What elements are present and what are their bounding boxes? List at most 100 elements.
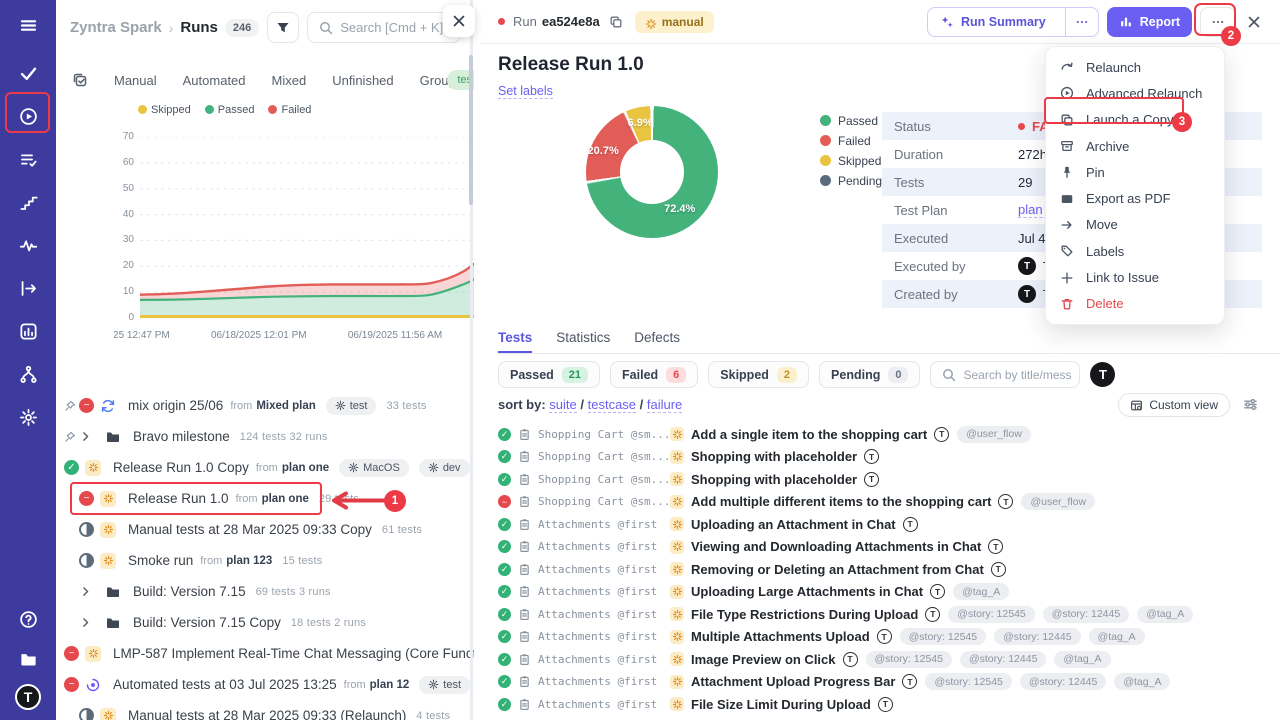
filter-chip-failed[interactable]: Failed6	[610, 361, 698, 388]
run-list-item[interactable]: Build: Version 7.15 Copy18 tests 2 runs	[56, 607, 474, 638]
sort-option-testcase[interactable]: testcase	[588, 397, 636, 413]
run-summary-button[interactable]: Run Summary	[927, 7, 1099, 37]
breadcrumb-section[interactable]: Runs	[180, 19, 218, 36]
test-title[interactable]: Shopping with placeholder	[691, 449, 857, 464]
menu-item-link-to-issue[interactable]: Link to Issue	[1046, 264, 1224, 290]
menu-item-labels[interactable]: Labels	[1046, 238, 1224, 264]
test-row[interactable]: ✓Attachments @firstFile Type Restriction…	[498, 603, 1280, 626]
run-list-item[interactable]: Manual tests at 28 Mar 2025 09:33 Copy61…	[56, 514, 474, 545]
run-plan-name[interactable]: plan 123	[226, 555, 272, 567]
filter-chip-pending[interactable]: Pending0	[819, 361, 920, 388]
test-title[interactable]: Image Preview on Click	[691, 652, 836, 667]
run-list-item[interactable]: −Automated tests at 03 Jul 2025 13:25fro…	[56, 669, 474, 700]
run-plan-name[interactable]: plan 12	[370, 679, 410, 691]
sidebar-item-folder[interactable]	[0, 644, 56, 674]
hamburger-menu-icon[interactable]	[0, 10, 56, 40]
test-row[interactable]: ✓Shopping Cart @sm...Add a single item t…	[498, 423, 1280, 446]
runs-tab-unfinished[interactable]: Unfinished	[332, 73, 393, 88]
set-labels-link[interactable]: Set labels	[498, 84, 553, 99]
menu-item-archive[interactable]: Archive	[1046, 133, 1224, 159]
run-list-item[interactable]: Bravo milestone124 tests 32 runs	[56, 421, 474, 452]
sidebar-item-tests[interactable]	[0, 144, 56, 174]
copy-run-id-button[interactable]	[609, 15, 623, 29]
run-summary-more-button[interactable]	[1065, 8, 1098, 36]
menu-item-launch-a-copy[interactable]: Launch a Copy	[1046, 107, 1224, 133]
user-avatar[interactable]: T	[15, 684, 41, 710]
tab-tests[interactable]: Tests	[498, 330, 532, 353]
test-row[interactable]: ✓Attachments @firstImage Preview on Clic…	[498, 648, 1280, 671]
custom-view-button[interactable]: Custom view	[1118, 393, 1230, 417]
sidebar-item-branches[interactable]	[0, 359, 56, 389]
test-title[interactable]: Removing or Deleting an Attachment from …	[691, 562, 984, 577]
sidebar-item-settings[interactable]	[0, 402, 56, 432]
run-plan-name[interactable]: Mixed plan	[256, 400, 315, 412]
run-list-item[interactable]: Manual tests at 28 Mar 2025 09:33 (Relau…	[56, 700, 474, 720]
close-run-button[interactable]	[1244, 12, 1264, 32]
run-list-item[interactable]: ✓Release Run 1.0 Copyfromplan oneMacOSde…	[56, 452, 474, 483]
expand-chevron-icon[interactable]	[79, 430, 99, 443]
test-row[interactable]: ✓Attachments @firstUploading an Attachme…	[498, 513, 1280, 536]
test-title[interactable]: Attachment Upload Progress Bar	[691, 674, 895, 689]
panel-close-button[interactable]	[443, 5, 475, 37]
test-row[interactable]: ✓Attachments @firstViewing and Downloadi…	[498, 536, 1280, 559]
test-title[interactable]: Shopping with placeholder	[691, 472, 857, 487]
test-row[interactable]: ✓Attachments @firstUploading Large Attac…	[498, 581, 1280, 604]
run-list-item[interactable]: −LMP-587 Implement Real-Time Chat Messag…	[56, 638, 474, 669]
sidebar-item-help[interactable]	[0, 604, 56, 634]
test-row[interactable]: ✓Shopping Cart @sm...Shopping with place…	[498, 446, 1280, 469]
test-title[interactable]: File Type Restrictions During Upload	[691, 607, 918, 622]
run-list-item[interactable]: −mix origin 25/06fromMixed plantest33 te…	[56, 390, 474, 421]
test-row[interactable]: ✓Attachments @firstMultiple Attachments …	[498, 626, 1280, 649]
test-title[interactable]: Multiple Attachments Upload	[691, 629, 870, 644]
menu-item-relaunch[interactable]: Relaunch	[1046, 54, 1224, 80]
report-button[interactable]: Report	[1107, 7, 1192, 37]
runs-tab-automated[interactable]: Automated	[183, 73, 246, 88]
run-list-item[interactable]: Build: Version 7.1569 tests 3 runs	[56, 576, 474, 607]
view-settings-icon[interactable]	[1243, 397, 1258, 417]
tab-statistics[interactable]: Statistics	[556, 330, 610, 353]
test-title[interactable]: Add multiple different items to the shop…	[691, 494, 991, 509]
run-plan-name[interactable]: plan one	[262, 493, 309, 505]
test-row[interactable]: ✓Attachments @firstRemoving or Deleting …	[498, 558, 1280, 581]
filter-chip-skipped[interactable]: Skipped2	[708, 361, 809, 388]
sidebar-item-results[interactable]	[0, 58, 56, 88]
test-title[interactable]: Viewing and Downloading Attachments in C…	[691, 539, 981, 554]
menu-item-advanced-relaunch[interactable]: Advanced Relaunch	[1046, 80, 1224, 106]
assignee-filter-avatar[interactable]: T	[1090, 362, 1115, 387]
menu-item-move[interactable]: Move	[1046, 212, 1224, 238]
test-title[interactable]: Uploading Large Attachments in Chat	[691, 584, 923, 599]
sort-option-suite[interactable]: suite	[549, 397, 576, 413]
runs-tab-manual[interactable]: Manual	[114, 73, 157, 88]
expand-chevron-icon[interactable]	[79, 585, 99, 598]
sidebar-item-pulse[interactable]	[0, 230, 56, 260]
tests-search[interactable]	[930, 361, 1080, 388]
test-row[interactable]: ✓Shopping Cart @sm...Shopping with place…	[498, 468, 1280, 491]
run-plan-name[interactable]: plan one	[282, 462, 329, 474]
runs-search[interactable]	[307, 12, 461, 43]
test-title[interactable]: File Size Limit During Upload	[691, 697, 871, 712]
scrollbar-thumb[interactable]	[469, 55, 473, 205]
menu-item-pin[interactable]: Pin	[1046, 159, 1224, 185]
expand-chevron-icon[interactable]	[79, 616, 99, 629]
sort-option-failure[interactable]: failure	[647, 397, 682, 413]
menu-item-delete[interactable]: Delete	[1046, 291, 1224, 317]
run-list-item[interactable]: Smoke runfromplan 12315 tests	[56, 545, 474, 576]
run-list-item[interactable]: −Release Run 1.0fromplan one29 tests	[56, 483, 474, 514]
test-row[interactable]: −Shopping Cart @sm...Add multiple differ…	[498, 491, 1280, 514]
test-title[interactable]: Add a single item to the shopping cart	[691, 427, 927, 442]
filter-chip-passed[interactable]: Passed21	[498, 361, 600, 388]
sidebar-item-plans[interactable]	[0, 187, 56, 217]
menu-item-export-as-pdf[interactable]: PDFExport as PDF	[1046, 185, 1224, 211]
tab-defects[interactable]: Defects	[634, 330, 680, 353]
tests-search-input[interactable]	[963, 368, 1071, 382]
sidebar-item-runs[interactable]	[0, 101, 56, 131]
breadcrumb-project[interactable]: Zyntra Spark	[70, 19, 162, 36]
runs-search-input[interactable]	[340, 20, 450, 35]
sidebar-item-import[interactable]	[0, 273, 56, 303]
test-row[interactable]: ✓Attachments @firstAttachment Upload Pro…	[498, 671, 1280, 694]
sidebar-item-analytics[interactable]	[0, 316, 56, 346]
runs-tab-mixed[interactable]: Mixed	[272, 73, 307, 88]
test-row[interactable]: ✓Attachments @firstFile Size Limit Durin…	[498, 693, 1280, 716]
filter-button[interactable]	[267, 12, 299, 43]
select-all-icon[interactable]	[72, 72, 88, 88]
